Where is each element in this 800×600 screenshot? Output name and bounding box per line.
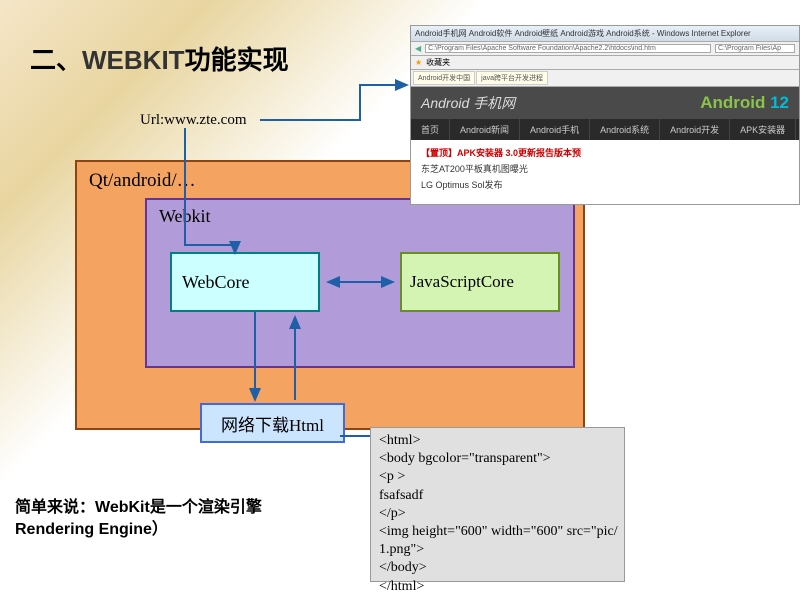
- qt-label: Qt/android/…: [89, 170, 196, 192]
- code-sample: <html> <body bgcolor="transparent"> <p >…: [370, 427, 625, 582]
- network-label: 网络下载Html: [221, 411, 324, 436]
- url-label: Url:www.zte.com: [140, 112, 247, 129]
- slide-title: 二、WEBKIT功能实现: [30, 40, 289, 77]
- nav-item[interactable]: Android系统: [590, 119, 660, 140]
- browser-fav-bar: ★ 收藏夹: [411, 56, 799, 70]
- site-content: 【置顶】APK安装器 3.0更新报告版本预 东芝AT200平板真机图曝光 LG …: [411, 140, 799, 197]
- nav-item[interactable]: Android手机: [520, 119, 590, 140]
- webkit-label: Webkit: [159, 206, 211, 227]
- nav-back-icon[interactable]: ◀: [415, 44, 421, 53]
- sticky-post[interactable]: 【置顶】APK安装器 3.0更新报告版本预: [421, 146, 789, 159]
- browser-tabs: Android开发中国 java跨平台开发进程: [411, 70, 799, 87]
- site-nav: 首页 Android新闻 Android手机 Android系统 Android…: [411, 119, 799, 140]
- tab-1[interactable]: Android开发中国: [413, 71, 475, 85]
- android-logo: Android 12: [700, 93, 789, 113]
- nav-item[interactable]: 首页: [411, 119, 450, 140]
- site-title: Android 手机网: [421, 93, 515, 113]
- jscore-box: JavaScriptCore: [400, 252, 560, 312]
- tab-2[interactable]: java跨平台开发进程: [476, 71, 548, 85]
- title-prefix: 二、: [30, 45, 82, 75]
- webcore-box: WebCore: [170, 252, 320, 312]
- nav-item[interactable]: APK安装器: [730, 119, 796, 140]
- caption: 简单来说：WebKit是一个渲染引擎 Rendering Engine）: [15, 497, 262, 542]
- caption-line-1: 简单来说：WebKit是一个渲染引擎: [15, 497, 262, 519]
- search-field[interactable]: C:\Program Files\Ap: [715, 44, 795, 53]
- site-header: Android 手机网 Android 12: [411, 87, 799, 119]
- browser-preview: Android手机网 Android软件 Android壁纸 Android游戏…: [410, 25, 800, 205]
- nav-item[interactable]: Android新闻: [450, 119, 520, 140]
- news-line[interactable]: 东芝AT200平板真机图曝光: [421, 162, 789, 175]
- title-suffix: 功能实现: [185, 45, 289, 75]
- jscore-label: JavaScriptCore: [410, 272, 514, 292]
- favorites-icon[interactable]: ★: [415, 58, 422, 67]
- nav-item[interactable]: Android开发: [660, 119, 730, 140]
- news-line[interactable]: LG Optimus Sol发布: [421, 178, 789, 191]
- caption-line-2: Rendering Engine）: [15, 519, 262, 541]
- network-box: 网络下载Html: [200, 403, 345, 443]
- webcore-label: WebCore: [182, 272, 250, 293]
- address-field[interactable]: C:\Program Files\Apache Software Foundat…: [425, 44, 711, 53]
- browser-address-bar: ◀ C:\Program Files\Apache Software Found…: [411, 42, 799, 56]
- browser-title-bar: Android手机网 Android软件 Android壁纸 Android游戏…: [411, 26, 799, 42]
- title-main: WEBKIT: [82, 45, 185, 75]
- favorites-label[interactable]: 收藏夹: [426, 57, 450, 68]
